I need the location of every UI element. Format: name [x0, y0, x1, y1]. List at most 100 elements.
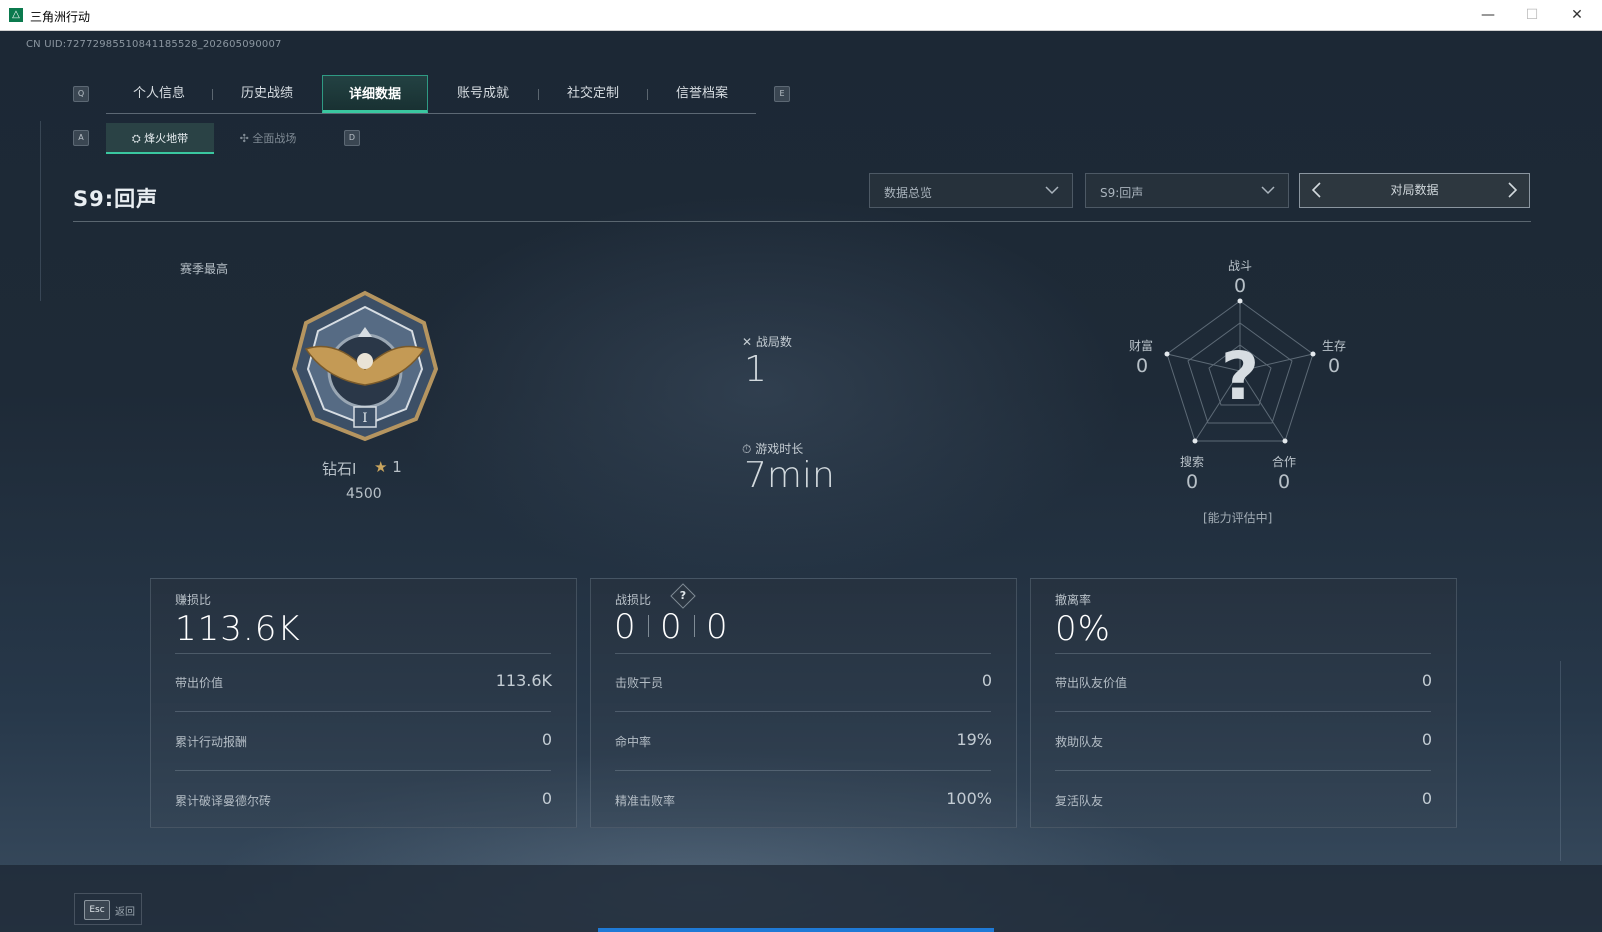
rank-stars: ★ 1: [374, 458, 402, 476]
row-divider: [175, 770, 551, 771]
tab-label: 烽火地带: [144, 132, 189, 145]
extraction-rate-card: 撤离率 0% 带出队友价值 0 救助队友 0 复活队友 0: [1030, 578, 1457, 828]
row-value: 0: [981, 671, 992, 690]
tab-operations-mode[interactable]: ⛭ 烽火地带: [106, 123, 214, 154]
star-count: 1: [392, 458, 402, 476]
tab-match-history[interactable]: 历史战绩: [214, 75, 320, 113]
kd-value-kills: 0: [614, 607, 636, 647]
prev-tab-key[interactable]: Q: [73, 86, 89, 102]
radar-value-search: 0: [1186, 471, 1199, 493]
card-label: 撤离率: [1055, 593, 1092, 607]
tab-personal-info[interactable]: 个人信息: [106, 75, 212, 113]
battlefield-icon: ✣: [239, 132, 253, 145]
data-type-pager: 对局数据: [1299, 173, 1530, 208]
row-divider: [615, 711, 991, 712]
svg-text:I: I: [362, 411, 367, 426]
maximize-button[interactable]: ☐: [1512, 3, 1552, 27]
tab-social[interactable]: 社交定制: [540, 75, 646, 113]
row-value: 113.6K: [495, 671, 552, 690]
hud-line: [40, 121, 41, 301]
pager-label: 对局数据: [1390, 183, 1439, 197]
row-divider: [615, 653, 991, 654]
radar-value-combat: 0: [1234, 275, 1247, 297]
row-value: 100%: [946, 789, 992, 808]
dropdown-value: S9:回声: [1100, 186, 1144, 200]
season-best-label: 赛季最高: [180, 262, 229, 276]
kd-divider: [694, 615, 695, 637]
next-tab-key[interactable]: E: [774, 86, 790, 102]
playtime-label: 游戏时长: [755, 442, 804, 456]
kd-value-deaths: 0: [660, 607, 682, 647]
chevron-right-icon[interactable]: [1503, 181, 1521, 199]
season-dropdown[interactable]: S9:回声: [1085, 173, 1289, 208]
prev-subtab-key[interactable]: A: [73, 130, 89, 146]
window-title: 三角洲行动: [30, 10, 91, 24]
rank-name: 钻石I: [322, 460, 357, 478]
radar-status: [能力评估中]: [1203, 511, 1273, 525]
tab-credit-record[interactable]: 信誉档案: [649, 75, 755, 113]
radar-label-combat: 战斗: [1228, 259, 1253, 273]
row-label: 精准击败率: [615, 794, 676, 808]
rank-score: 4500: [346, 486, 382, 502]
chevron-down-icon: [1045, 186, 1059, 195]
esc-key[interactable]: Esc: [84, 900, 110, 920]
footer-bar: [0, 865, 1602, 932]
tab-divider: [538, 89, 539, 100]
row-label: 复活队友: [1055, 794, 1104, 808]
chevron-down-icon: [1261, 186, 1275, 195]
close-button[interactable]: ✕: [1557, 3, 1597, 27]
kd-ratio-card: 战损比 击败干员 0 命中率 19% 精准击败率 100%: [590, 578, 1017, 828]
row-value: 0: [1421, 789, 1432, 808]
radar-value-cooperation: 0: [1278, 471, 1291, 493]
delta-logo-icon: △: [9, 8, 23, 22]
radar-label-search: 搜索: [1180, 455, 1205, 469]
row-divider: [615, 770, 991, 771]
tab-divider: [212, 89, 213, 100]
matches-label: 战局数: [755, 335, 792, 349]
next-subtab-key[interactable]: D: [344, 130, 360, 146]
radar-value-wealth: 0: [1136, 355, 1149, 377]
matches-label-group: ✕ 战局数: [742, 333, 792, 350]
row-divider: [175, 711, 551, 712]
row-label: 累计行动报酬: [175, 735, 248, 749]
row-label: 命中率: [615, 735, 652, 749]
minimize-button[interactable]: —: [1468, 3, 1508, 27]
card-label: 战损比: [615, 593, 652, 607]
row-value: 0: [1421, 730, 1432, 749]
game-stage: CN UID:72772985510841185528_202605090007…: [0, 31, 1602, 932]
row-value: 19%: [956, 730, 992, 749]
dropdown-value: 数据总览: [884, 186, 933, 200]
stopwatch-icon: ⏱: [742, 442, 752, 456]
row-label: 救助队友: [1055, 735, 1104, 749]
tab-achievements[interactable]: 账号成就: [430, 75, 536, 113]
back-label: 返回: [115, 907, 135, 918]
row-label: 击败干员: [615, 676, 664, 690]
star-icon: ★: [374, 458, 388, 476]
radar-question-mark: ?: [1221, 338, 1259, 415]
background-watermark: [36, 45, 59, 94]
matches-value: 1: [744, 349, 767, 390]
row-divider: [1055, 711, 1431, 712]
tab-label: 全面战场: [252, 132, 297, 145]
tab-detailed-data[interactable]: 详细数据: [322, 75, 428, 113]
crossed-swords-icon: ✕: [742, 335, 753, 349]
uid-text: CN UID:72772985510841185528_202605090007: [26, 39, 282, 50]
profit-ratio-card: 赚损比 113.6K 带出价值 113.6K 累计行动报酬 0 累计破译曼德尔砖…: [150, 578, 577, 828]
row-label: 带出队友价值: [1055, 676, 1128, 690]
row-divider: [1055, 770, 1431, 771]
row-divider: [175, 653, 551, 654]
radar-label-wealth: 财富: [1129, 339, 1154, 353]
chevron-left-icon[interactable]: [1308, 181, 1326, 199]
radar-label-cooperation: 合作: [1272, 455, 1297, 469]
tab-warfare-mode[interactable]: ✣ 全面战场: [214, 123, 322, 154]
kd-divider: [648, 615, 649, 637]
card-value: 113.6K: [175, 609, 301, 649]
window-titlebar: △ 三角洲行动 — ☐ ✕: [0, 0, 1602, 31]
flame-zone-icon: ⛭: [131, 132, 145, 145]
row-value: 0: [1421, 671, 1432, 690]
help-glyph: ?: [679, 589, 687, 602]
data-overview-dropdown[interactable]: 数据总览: [869, 173, 1073, 208]
radar-label-survival: 生存: [1322, 339, 1347, 353]
loading-progress-bar: [598, 928, 994, 932]
card-value: 0%: [1055, 609, 1111, 649]
